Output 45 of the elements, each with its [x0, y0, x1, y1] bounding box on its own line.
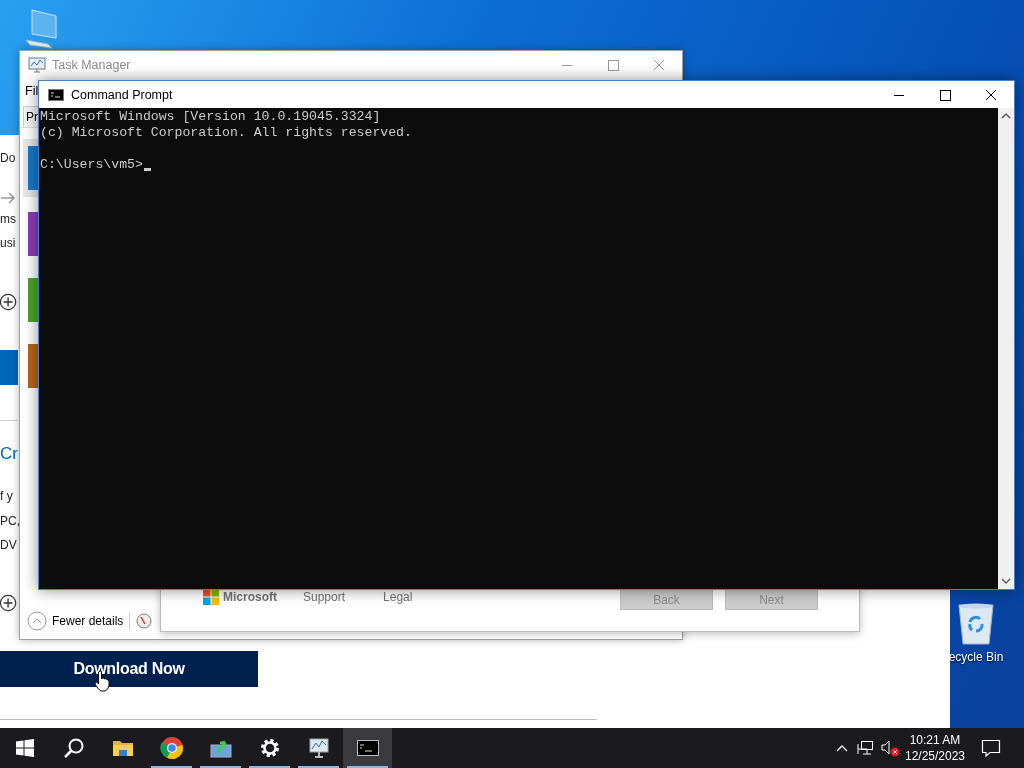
- text-cursor-icon: [143, 168, 151, 171]
- logo-text: Microsoft: [223, 590, 277, 604]
- clock[interactable]: 10:21 AM 12/25/2023: [902, 732, 968, 764]
- monitor-graph-icon: [306, 737, 331, 759]
- gauge-icon[interactable]: [136, 612, 153, 629]
- scrollbar[interactable]: [998, 108, 1014, 589]
- browser-icon: [159, 736, 184, 760]
- text-fragment: DV: [0, 537, 17, 554]
- windows-icon: [15, 739, 34, 757]
- menu-item[interactable]: Fil: [25, 84, 39, 98]
- terminal-icon: [48, 88, 64, 101]
- network-icon[interactable]: [857, 740, 875, 756]
- fewer-details-link[interactable]: Fewer details: [52, 613, 124, 628]
- window-title: Task Manager: [52, 58, 132, 72]
- search-icon: [62, 737, 85, 759]
- footer-link[interactable]: Support: [303, 590, 346, 604]
- text-fragment: f y: [0, 488, 13, 505]
- text-fragment: usi: [0, 235, 16, 252]
- window-title: Command Prompt: [71, 87, 174, 102]
- graph-tile[interactable]: [23, 139, 38, 197]
- footer-link[interactable]: Legal: [383, 590, 413, 604]
- speaker-icon[interactable]: [880, 739, 900, 757]
- settings-icon: [258, 737, 281, 759]
- monitor-graph-icon: [28, 57, 46, 73]
- arrow-icon: [0, 190, 16, 206]
- terminal-button[interactable]: [343, 728, 392, 768]
- text-fragment: ms: [0, 211, 16, 227]
- folder-icon: [111, 738, 134, 758]
- console-prompt: C:\Users\vm5>: [40, 157, 143, 173]
- text-fragment: Do: [0, 150, 16, 167]
- heading-fragment: Cr: [0, 443, 18, 465]
- chevron-up-circle-icon[interactable]: [27, 610, 47, 631]
- text-fragment: PC,: [0, 513, 20, 530]
- banner-strip: [0, 350, 18, 385]
- recycle-bin-icon[interactable]: [956, 602, 996, 646]
- chevron-up-icon[interactable]: [836, 744, 848, 752]
- four-squares-logo-icon: [203, 589, 219, 605]
- notification-icon[interactable]: [981, 739, 1001, 757]
- clock-time: 10:21 AM: [909, 732, 961, 748]
- console-line: (c) Microsoft Corporation. All rights reserved.: [40, 125, 413, 141]
- desktop-icon-label[interactable]: ecycle Bin: [948, 650, 1004, 664]
- terminal-icon: [356, 740, 379, 756]
- download-now-button[interactable]: Download Now: [0, 651, 258, 687]
- clock-date: 12/25/2023: [904, 748, 966, 764]
- console-line: Microsoft Windows [Version 10.0.19045.3324]: [40, 109, 382, 125]
